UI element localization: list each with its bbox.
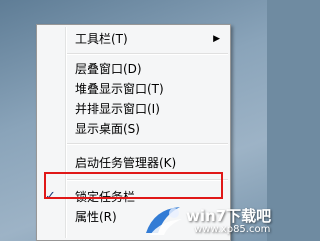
menu-item-start-task-manager[interactable]: 启动任务管理器(K)	[39, 153, 228, 173]
menu-separator	[67, 53, 228, 55]
menu-item-label: 堆叠显示窗口(T)	[75, 82, 164, 96]
menu-item-label: 层叠窗口(D)	[75, 62, 142, 76]
menu-item-label: 启动任务管理器(K)	[75, 156, 177, 170]
menu-item-label: 属性(R)	[75, 210, 117, 224]
site-watermark: win7下载吧 www.xp85.com	[140, 203, 271, 239]
menu-item-show-windows-side-by-side[interactable]: 并排显示窗口(I)	[39, 99, 228, 119]
menu-item-label: 工具栏(T)	[75, 32, 128, 46]
menu-item-label: 显示桌面(S)	[75, 122, 140, 136]
menu-item-cascade-windows[interactable]: 层叠窗口(D)	[39, 59, 228, 79]
watermark-brand: win7下载吧	[186, 207, 272, 225]
menu-item-toolbars[interactable]: 工具栏(T) ▶	[39, 29, 228, 49]
annotation-highlight-box	[44, 172, 223, 199]
watermark-url: www.xp85.com	[194, 224, 271, 235]
watermark-logo-icon	[146, 207, 182, 235]
submenu-arrow-icon: ▶	[213, 34, 220, 44]
menu-item-label: 并排显示窗口(I)	[75, 102, 160, 116]
menu-separator	[67, 143, 228, 145]
menu-item-show-desktop[interactable]: 显示桌面(S)	[39, 119, 228, 139]
menu-item-show-windows-stacked[interactable]: 堆叠显示窗口(T)	[39, 79, 228, 99]
